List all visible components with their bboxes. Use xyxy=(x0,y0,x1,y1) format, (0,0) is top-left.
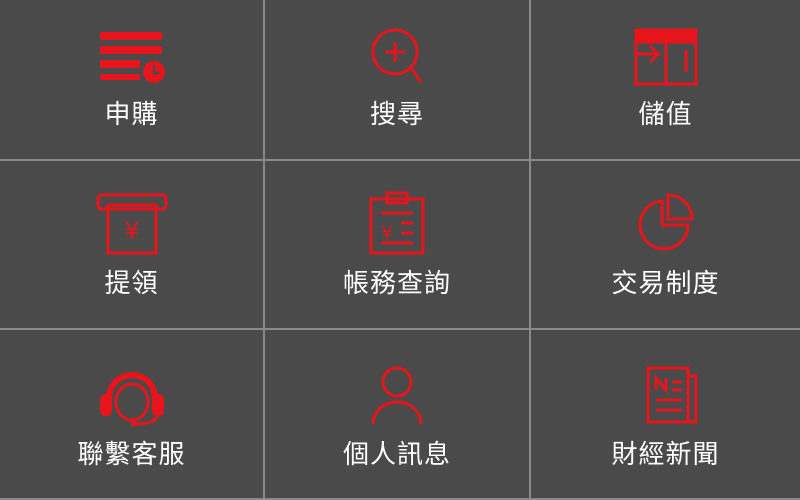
svg-text:¥: ¥ xyxy=(124,217,139,245)
pie-chart-icon xyxy=(626,191,706,255)
menu-item-financial-news[interactable]: 財經新聞 xyxy=(531,330,800,500)
menu-item-label: 聯繫客服 xyxy=(77,440,186,470)
menu-item-label: 申購 xyxy=(104,100,159,130)
clipboard-yen-icon: ¥ xyxy=(357,191,437,255)
menu-item-personal-messages[interactable]: 個人訊息 xyxy=(265,330,531,500)
menu-item-customer-service[interactable]: 聯繫客服 xyxy=(0,330,265,500)
menu-item-subscribe[interactable]: 申購 xyxy=(0,0,265,161)
user-profile-icon xyxy=(357,362,437,426)
svg-text:¥: ¥ xyxy=(381,223,392,244)
menu-item-deposit[interactable]: 儲值 xyxy=(531,0,800,161)
menu-item-label: 搜尋 xyxy=(369,100,424,130)
search-plus-icon xyxy=(357,24,437,88)
menu-item-withdraw[interactable]: ¥ 提領 xyxy=(0,161,265,330)
menu-item-label: 個人訊息 xyxy=(342,440,451,470)
menu-item-label: 財經新聞 xyxy=(611,440,720,470)
menu-item-search[interactable]: 搜尋 xyxy=(265,0,531,161)
atm-yen-icon: ¥ xyxy=(92,191,172,255)
menu-item-label: 提領 xyxy=(104,269,159,299)
menu-item-label: 帳務查詢 xyxy=(342,269,451,299)
menu-item-label: 儲值 xyxy=(638,100,693,130)
menu-grid: 申購 搜尋 儲值 ¥ 提領 ¥ 帳務查詢 交易制度 聯繫客服 個人訊息 財經新聞 xyxy=(0,0,800,500)
menu-item-trading-rules[interactable]: 交易制度 xyxy=(531,161,800,330)
menu-item-account-inquiry[interactable]: ¥ 帳務查詢 xyxy=(265,161,531,330)
card-list-icon xyxy=(92,24,172,88)
news-document-icon xyxy=(626,362,706,426)
customer-service-headset-icon xyxy=(92,362,172,426)
menu-item-label: 交易制度 xyxy=(611,269,720,299)
wallet-icon xyxy=(626,24,706,88)
